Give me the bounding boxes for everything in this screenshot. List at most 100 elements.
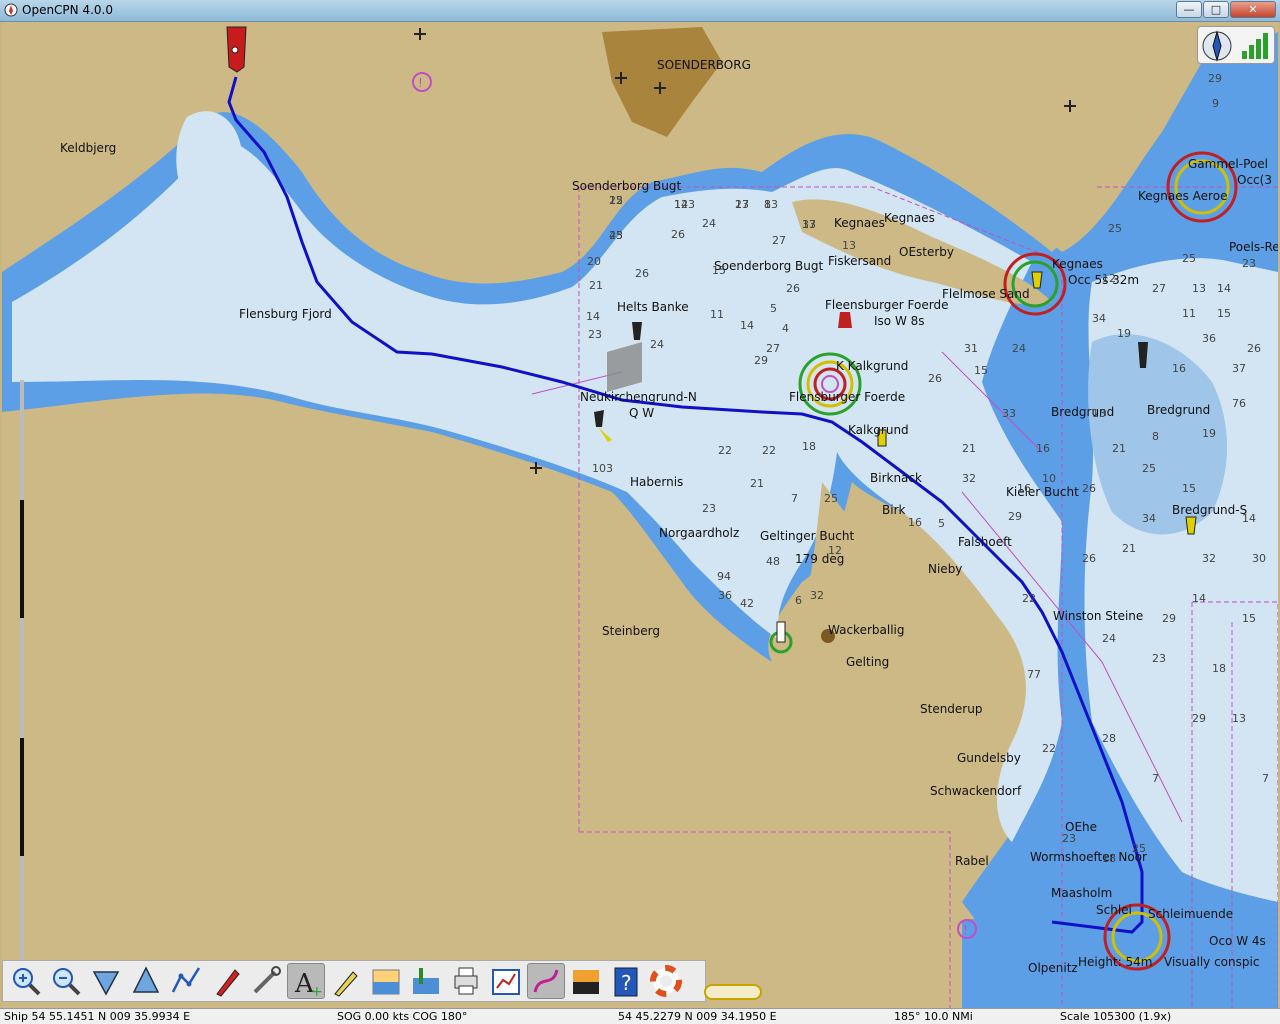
- tool-ship-button[interactable]: [207, 963, 245, 999]
- tool-scale-up-button[interactable]: [127, 963, 165, 999]
- title-bar: OpenCPN 4.0.0 — □ ✕: [0, 0, 1280, 22]
- close-button[interactable]: ✕: [1230, 1, 1276, 18]
- depth-sounding: 27: [766, 342, 780, 355]
- tool-color-button[interactable]: [567, 963, 605, 999]
- label-falshoeft: Falshoeft: [958, 535, 1012, 549]
- label-flelmose-sand: Flelmose Sand: [942, 287, 1030, 301]
- depth-sounding: 13: [1092, 407, 1106, 420]
- depth-sounding: 15: [1182, 482, 1196, 495]
- depth-sounding: 33: [1002, 407, 1016, 420]
- depth-sounding: 9: [1212, 97, 1219, 110]
- label-gammel-poel: Gammel-Poel: [1188, 157, 1268, 171]
- depth-sounding: 25: [824, 492, 838, 505]
- gps-signal-icon: [1242, 33, 1268, 59]
- depth-sounding: 22: [1022, 592, 1036, 605]
- depth-sounding: 6: [795, 594, 802, 607]
- label-norgaardholz: Norgaardholz: [659, 526, 739, 540]
- label-neukirchengrund: Neukirchengrund-N: [580, 390, 697, 404]
- tool-track-button[interactable]: [527, 963, 565, 999]
- depth-sounding: 4: [782, 322, 789, 335]
- depth-sounding: 36: [718, 589, 732, 602]
- depth-sounding: 13: [842, 239, 856, 252]
- depth-sounding: 25: [1108, 222, 1122, 235]
- depth-sounding: 24: [1012, 342, 1026, 355]
- label-bredgrund-2: Bredgrund: [1147, 403, 1210, 417]
- tool-mark-button[interactable]: [327, 963, 365, 999]
- buoy-icon[interactable]: [1031, 271, 1043, 289]
- depth-sounding: 22: [1042, 742, 1056, 755]
- tool-zoom-in-button[interactable]: [7, 963, 45, 999]
- buoy-icon[interactable]: [1185, 516, 1197, 535]
- label-kegnaes-2: Kegnaes: [1052, 257, 1103, 271]
- depth-sounding: 29: [1008, 510, 1022, 523]
- label-steinberg: Steinberg: [602, 624, 660, 638]
- depth-sounding: 23: [1242, 257, 1256, 270]
- label-kegnaes-aeroe: Kegnaes Aeroe: [1138, 189, 1227, 203]
- depth-sounding: 12: [1102, 272, 1116, 285]
- label-maasholm: Maasholm: [1051, 886, 1112, 900]
- tool-current-button[interactable]: [407, 963, 445, 999]
- label-kalkgrund: Kalkgrund: [848, 423, 909, 437]
- label-flensburger-foerde-top: Fleensburger Foerde: [825, 298, 948, 312]
- tool-settings-button[interactable]: [247, 963, 285, 999]
- label-wackerballig: Wackerballig: [828, 623, 904, 637]
- minimize-button[interactable]: —: [1176, 1, 1202, 18]
- depth-sounding: 16: [908, 516, 922, 529]
- tool-text-button[interactable]: A +: [287, 963, 325, 999]
- depth-sounding: 37: [802, 218, 816, 231]
- depth-sounding: 21: [589, 279, 603, 292]
- label-flensburger-foerde: Flensburger Foerde: [789, 390, 905, 404]
- depth-sounding: 21: [1112, 442, 1126, 455]
- tool-tide-button[interactable]: [367, 963, 405, 999]
- maximize-button[interactable]: □: [1203, 1, 1229, 18]
- label-flensburg-fjord: Flensburg Fjord: [239, 307, 332, 321]
- ship-position: Ship 54 55.1451 N 009 35.9934 E: [4, 1010, 191, 1023]
- scale-up-icon: [132, 966, 160, 993]
- tool-route-manager-button[interactable]: [487, 963, 525, 999]
- color-icon: [573, 970, 599, 994]
- depth-sounding: 18: [1212, 662, 1226, 675]
- depth-sounding: 23: [1062, 832, 1076, 845]
- app-icon: [4, 3, 18, 17]
- label-keldbjerg: Keldbjerg: [60, 141, 116, 155]
- depth-sounding: 42: [740, 597, 754, 610]
- buoy-icon[interactable]: [838, 312, 852, 328]
- label-occ3: Occ(3: [1237, 173, 1272, 187]
- compass-widget[interactable]: [1197, 26, 1275, 64]
- tool-print-button[interactable]: [447, 963, 485, 999]
- nautical-chart-canvas[interactable]: ! ! Keldbjerg SOENDERBORG Soenderborg Bugt…: [2, 22, 1278, 1008]
- tool-lifebuoy-button[interactable]: [647, 963, 685, 999]
- depth-sounding: 76: [1232, 397, 1246, 410]
- tool-help-button[interactable]: ?: [607, 963, 645, 999]
- depth-sounding: 19: [1202, 427, 1216, 440]
- tool-route-button[interactable]: [167, 963, 205, 999]
- depth-sounding: 14: [1217, 282, 1231, 295]
- toolbar-scroll-handle[interactable]: [704, 984, 762, 1000]
- depth-sounding: 24: [650, 338, 664, 351]
- depth-sounding: 19: [1117, 327, 1131, 340]
- tool-zoom-out-button[interactable]: [47, 963, 85, 999]
- label-kegnaes-3: Kegnaes: [884, 211, 935, 225]
- label-habernis: Habernis: [630, 475, 683, 489]
- label-visually: Visually conspic: [1164, 955, 1259, 969]
- cursor-position: 54 45.2279 N 009 34.1950 E: [618, 1010, 777, 1023]
- depth-sounding: 26: [635, 267, 649, 280]
- depth-sounding: 16: [1017, 482, 1031, 495]
- status-bar: Ship 54 55.1451 N 009 35.9934 E SOG 0.00…: [0, 1008, 1280, 1024]
- depth-sounding: 34: [1092, 312, 1106, 325]
- label-q-w: Q W: [629, 406, 654, 420]
- depth-sounding: 22: [762, 444, 776, 457]
- depth-sounding: 29: [1192, 712, 1206, 725]
- zoom-out-icon: [53, 968, 81, 996]
- tool-scale-down-button[interactable]: [87, 963, 125, 999]
- depth-sounding: 34: [1142, 512, 1156, 525]
- mark-icon: [334, 971, 358, 997]
- depth-sounding: 14: [740, 319, 754, 332]
- ship-icon: [216, 969, 240, 997]
- svg-text:!: !: [418, 76, 423, 90]
- own-ship-icon[interactable]: [226, 26, 247, 73]
- depth-sounding: 29: [1162, 612, 1176, 625]
- track-icon: [533, 969, 559, 993]
- label-stenderup: Stenderup: [920, 702, 982, 716]
- svg-text:+: +: [311, 984, 323, 998]
